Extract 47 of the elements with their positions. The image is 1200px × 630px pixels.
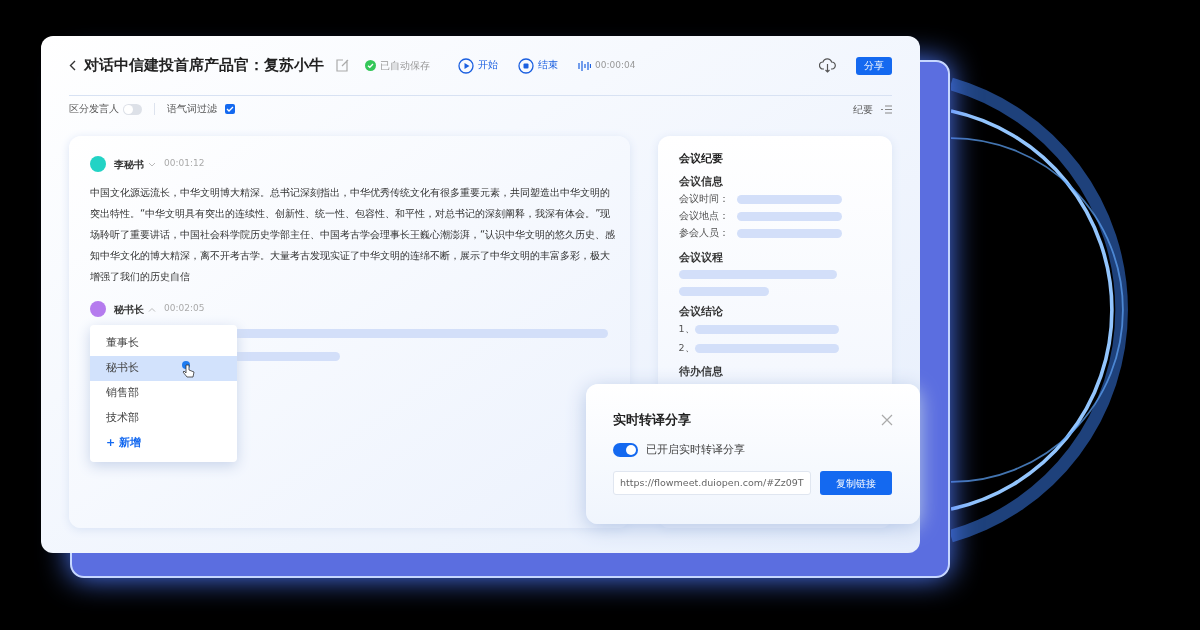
list-number: 2、 [678, 341, 695, 356]
menu-item[interactable]: 技术部 [90, 406, 237, 431]
play-icon [458, 57, 474, 74]
section-heading: 会议信息 [678, 175, 724, 188]
copy-link-button[interactable]: 复制链接 [820, 471, 892, 495]
list-number: 1、 [678, 322, 695, 336]
section-heading: 会议议程 [678, 251, 724, 264]
field-label: 参会人员： [678, 226, 730, 241]
list-icon[interactable] [881, 104, 892, 114]
caret-icon[interactable] [148, 161, 156, 167]
menu-item[interactable]: 董事长 [90, 331, 237, 356]
audio-wave-icon [578, 60, 591, 71]
share-button[interactable]: 分享 [856, 56, 892, 75]
pointer-cursor-icon [180, 360, 196, 378]
check-circle-icon [365, 60, 376, 71]
speaker-switch[interactable] [123, 103, 142, 115]
minutes-link[interactable]: 纪要 [853, 101, 873, 117]
menu-item[interactable]: 秘书长 [90, 356, 237, 381]
timestamp: 00:01:12 [164, 157, 205, 171]
menu-item[interactable]: 销售部 [90, 381, 237, 406]
field-label: 会议时间： [678, 192, 730, 207]
speaker-name[interactable]: 李秘书 [114, 156, 144, 172]
stop-icon [518, 57, 534, 74]
start-button[interactable]: 开始 [458, 57, 498, 74]
filter-checkbox[interactable] [225, 104, 235, 114]
timestamp: 00:02:05 [164, 302, 205, 316]
autosave-status: 已自动保存 [380, 59, 430, 73]
speaker-name[interactable]: 秘书长 [114, 301, 144, 317]
meeting-title: 对话中信建投首席产品官：复苏小牛 [84, 55, 324, 77]
toggle-label: 区分发言人 [69, 101, 119, 116]
recording-timer: 00:00:04 [595, 58, 636, 72]
switch-label: 已开启实时转译分享 [646, 441, 745, 458]
cloud-download-icon[interactable] [819, 58, 836, 73]
stop-button[interactable]: 结束 [518, 57, 558, 74]
field-label: 会议地点： [678, 209, 730, 224]
section-heading: 会议结论 [678, 305, 724, 318]
summary-title: 会议纪要 [678, 152, 724, 166]
back-icon[interactable] [69, 60, 76, 71]
popup-title: 实时转译分享 [613, 411, 691, 429]
edit-icon[interactable] [336, 59, 349, 72]
section-heading: 待办信息 [678, 364, 724, 378]
close-icon[interactable] [881, 413, 893, 426]
checkbox-label: 语气词过滤 [167, 101, 217, 116]
share-url-field[interactable]: https://flowmeet.duiopen.com/#Zz09T [613, 471, 811, 495]
add-speaker-link[interactable]: + 新增 [90, 431, 237, 456]
transcript-paragraph: 中国文化源远流长，中华文明博大精深。总书记深刻指出，中华优秀传统文化有很多重要元素，共同塑造出中华文明的突出特性。“中华文明具有突出的连续性、创新性、统一性、包容性、和平性，对总书记的深刻阐释，我深有体会。”现场聆听了重要讲话，中国社会科学院历史学部主任、中国考古学会理事长王巍心潮澎湃，“认识中华文明的悠久历史、感知中华文化的博大精深，离不开考古学。大量考古发现实证了中华文明的连绵不断，展示了中华文明的丰富多彩，极大增强了我们的历史自信 [90, 186, 617, 284]
share-switch[interactable] [613, 442, 638, 457]
